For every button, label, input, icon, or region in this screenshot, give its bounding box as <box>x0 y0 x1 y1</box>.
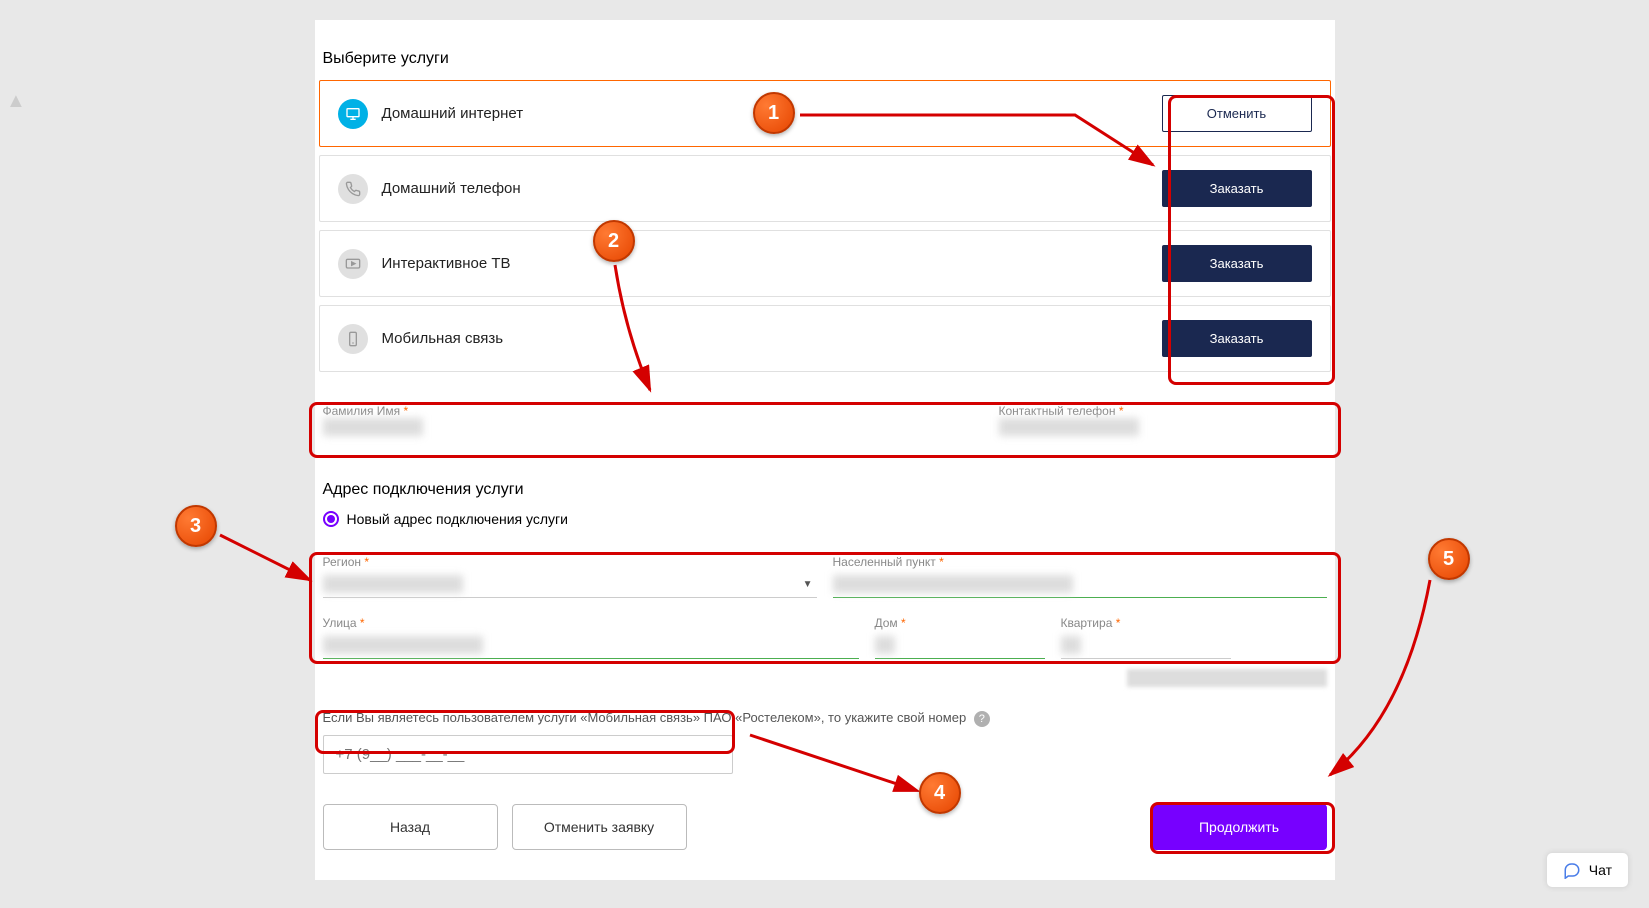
service-row-phone: Домашний телефон Заказать <box>319 155 1331 222</box>
radio-label: Новый адрес подключения услуги <box>347 511 568 527</box>
tv-icon <box>338 249 368 279</box>
annotation-marker-5: 5 <box>1428 538 1470 580</box>
service-name: Мобильная связь <box>382 330 504 347</box>
house-input[interactable] <box>875 630 1045 659</box>
arrow-4 <box>745 730 925 800</box>
chat-icon <box>1563 861 1581 879</box>
order-button[interactable]: Заказать <box>1162 245 1312 282</box>
street-label: Улица * <box>323 616 859 630</box>
arrow-5 <box>1315 575 1445 785</box>
continue-button[interactable]: Продолжить <box>1152 804 1327 850</box>
address-section-title: Адрес подключения услуги <box>323 481 1331 499</box>
service-row-mobile: Мобильная связь Заказать <box>319 305 1331 372</box>
name-label: Фамилия Имя * <box>323 404 979 418</box>
cancel-request-button[interactable]: Отменить заявку <box>512 804 687 850</box>
phone-icon <box>338 174 368 204</box>
flat-label: Квартира * <box>1061 616 1231 630</box>
section-title-services: Выберите услуги <box>323 50 1331 80</box>
chevron-down-icon: ▼ <box>803 579 813 590</box>
radio-icon <box>323 511 339 527</box>
flat-input[interactable] <box>1061 630 1231 659</box>
cancel-service-button[interactable]: Отменить <box>1162 95 1312 132</box>
house-label: Дом * <box>875 616 1045 630</box>
chat-button[interactable]: Чат <box>1546 852 1629 888</box>
mobile-phone-input[interactable] <box>323 735 733 774</box>
annotation-marker-3: 3 <box>175 505 217 547</box>
order-button[interactable]: Заказать <box>1162 170 1312 207</box>
scroll-up-icon[interactable]: ▲ <box>6 90 26 113</box>
annotation-marker-2: 2 <box>593 220 635 262</box>
arrow-3 <box>215 530 325 590</box>
city-label: Населенный пункт * <box>833 555 1327 569</box>
mobile-icon <box>338 324 368 354</box>
contact-phone-label: Контактный телефон * <box>999 404 1327 418</box>
phone-value-blurred <box>999 418 1139 436</box>
back-button[interactable]: Назад <box>323 804 498 850</box>
monitor-icon <box>338 99 368 129</box>
service-name: Домашний телефон <box>382 180 521 197</box>
new-address-radio[interactable]: Новый адрес подключения услуги <box>323 511 1331 527</box>
flat-hint <box>319 669 1327 690</box>
service-row-internet: Домашний интернет Отменить <box>319 80 1331 147</box>
order-button[interactable]: Заказать <box>1162 320 1312 357</box>
region-label: Регион * <box>323 555 817 569</box>
annotation-marker-1: 1 <box>753 92 795 134</box>
service-name: Домашний интернет <box>382 105 524 122</box>
annotation-marker-4: 4 <box>919 772 961 814</box>
service-row-tv: Интерактивное ТВ Заказать <box>319 230 1331 297</box>
mobile-number-hint: Если Вы являетесь пользователем услуги «… <box>323 710 1331 727</box>
name-value-blurred <box>323 418 423 436</box>
chat-label: Чат <box>1589 862 1612 878</box>
help-icon[interactable]: ? <box>974 711 990 727</box>
service-name: Интерактивное ТВ <box>382 255 511 272</box>
